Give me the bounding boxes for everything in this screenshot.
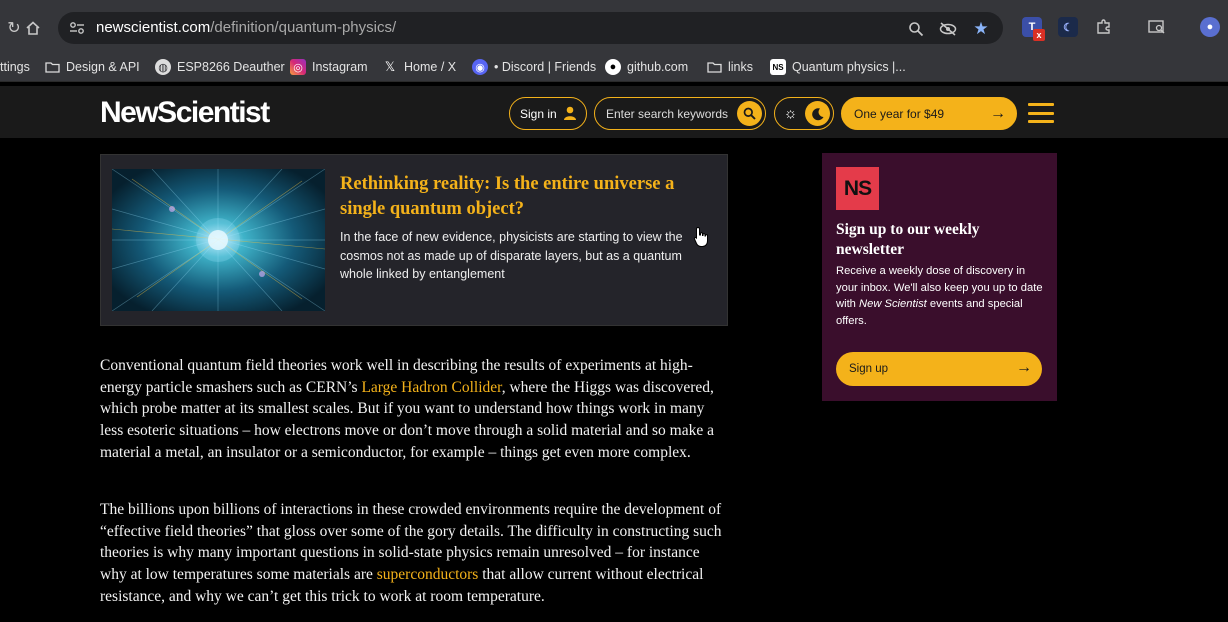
- theme-toggle[interactable]: ☼: [774, 97, 834, 130]
- card-description: In the face of new evidence, physicists …: [340, 230, 683, 281]
- offer-label: One year for $49: [854, 106, 945, 121]
- desc-emphasis: New Scientist: [859, 298, 927, 310]
- sun-icon[interactable]: ☼: [781, 104, 800, 123]
- bookmark-label: • Discord | Friends: [494, 60, 597, 74]
- bookmark-design-api[interactable]: Design & API: [44, 58, 140, 76]
- tab-search-icon[interactable]: [1147, 17, 1167, 37]
- bookmark-label: ESP8266 Deauther: [177, 60, 285, 74]
- bookmark-settings[interactable]: ttings: [0, 58, 30, 76]
- article-paragraph-1: Conventional quantum field theories work…: [100, 355, 728, 464]
- bookmark-label: ttings: [0, 60, 30, 74]
- discord-icon: ◉: [472, 59, 488, 75]
- user-icon: [562, 105, 578, 121]
- bookmark-links[interactable]: links: [706, 58, 753, 76]
- ns-logo-badge: NS: [836, 167, 879, 210]
- extensions-puzzle-icon[interactable]: [1094, 17, 1114, 37]
- bookmark-label: github.com: [627, 60, 689, 74]
- related-article-card[interactable]: Rethinking reality: Is the entire univer…: [100, 154, 728, 326]
- quantum-universe-image[interactable]: [112, 169, 325, 311]
- x-icon: 𝕏: [384, 59, 396, 74]
- bookmark-label: Design & API: [66, 60, 140, 74]
- card-title[interactable]: Rethinking reality: Is the entire univer…: [340, 172, 720, 222]
- article-paragraph-2: The billions upon billions of interactio…: [100, 499, 728, 608]
- tracking-protection-icon[interactable]: [938, 19, 958, 39]
- sign-in-button[interactable]: Sign in: [509, 97, 587, 130]
- sign-in-label: Sign in: [520, 106, 557, 121]
- search-input[interactable]: Enter search keywords: [594, 97, 766, 130]
- sign-up-label: Sign up: [849, 363, 889, 375]
- profile-avatar-icon[interactable]: ●: [1200, 17, 1220, 37]
- newsletter-title: Sign up to our weekly newsletter: [836, 221, 980, 258]
- newsletter-signup-box: NS Sign up to our weekly newsletter Rece…: [822, 153, 1057, 401]
- bookmark-instagram[interactable]: ◎ Instagram: [290, 58, 368, 76]
- zoom-icon[interactable]: [906, 19, 926, 39]
- large-hadron-collider-link[interactable]: Large Hadron Collider: [361, 379, 501, 396]
- globe-icon: ◍: [155, 59, 171, 75]
- arrow-right-icon: →: [990, 105, 1006, 122]
- bookmark-label: Instagram: [312, 60, 368, 74]
- site-settings-icon[interactable]: [68, 19, 86, 37]
- home-icon[interactable]: [19, 14, 47, 42]
- subscribe-offer-button[interactable]: One year for $49 →: [841, 97, 1017, 130]
- newsletter-description: Receive a weekly dose of discovery in yo…: [836, 263, 1048, 329]
- extension-badge: x: [1033, 29, 1045, 41]
- address-bar[interactable]: newscientist.com/definition/quantum-phys…: [58, 12, 1003, 44]
- arrow-right-icon: →: [1016, 359, 1032, 376]
- bookmark-quantum-physics[interactable]: NS Quantum physics |...: [770, 58, 906, 76]
- browser-toolbar: ↻ newscientist.com/definition/quantum-ph…: [0, 0, 1228, 52]
- bookmark-esp8266[interactable]: ◍ ESP8266 Deauther: [155, 58, 285, 76]
- github-icon: ●: [605, 59, 621, 75]
- moon-icon[interactable]: [805, 101, 830, 126]
- url-text: newscientist.com/definition/quantum-phys…: [96, 19, 396, 36]
- menu-hamburger-icon[interactable]: [1028, 103, 1054, 123]
- folder-icon: [44, 59, 60, 75]
- newsletter-sign-up-button[interactable]: Sign up →: [836, 352, 1042, 386]
- bookmark-star-icon[interactable]: ★: [971, 19, 991, 39]
- search-placeholder: Enter search keywords: [606, 106, 729, 121]
- folder-icon: [706, 59, 722, 75]
- search-icon[interactable]: [737, 101, 762, 126]
- ns-icon: NS: [770, 59, 786, 75]
- superconductors-link[interactable]: superconductors: [377, 566, 479, 583]
- bookmark-label: Home / X: [404, 60, 457, 74]
- bookmark-x[interactable]: 𝕏 Home / X: [382, 58, 456, 76]
- instagram-icon: ◎: [290, 59, 306, 75]
- bookmark-label: links: [728, 60, 754, 74]
- bookmark-discord[interactable]: ◉ • Discord | Friends: [472, 58, 596, 76]
- url-path: /definition/quantum-physics/: [210, 19, 397, 36]
- site-logo[interactable]: NewScientist: [100, 96, 270, 130]
- url-host: newscientist.com: [96, 19, 211, 36]
- extension-moon-icon[interactable]: ☾: [1058, 17, 1078, 37]
- hand-cursor-icon: [693, 226, 709, 248]
- bookmark-github[interactable]: ● github.com: [605, 58, 688, 76]
- bookmark-label: Quantum physics |...: [792, 60, 906, 74]
